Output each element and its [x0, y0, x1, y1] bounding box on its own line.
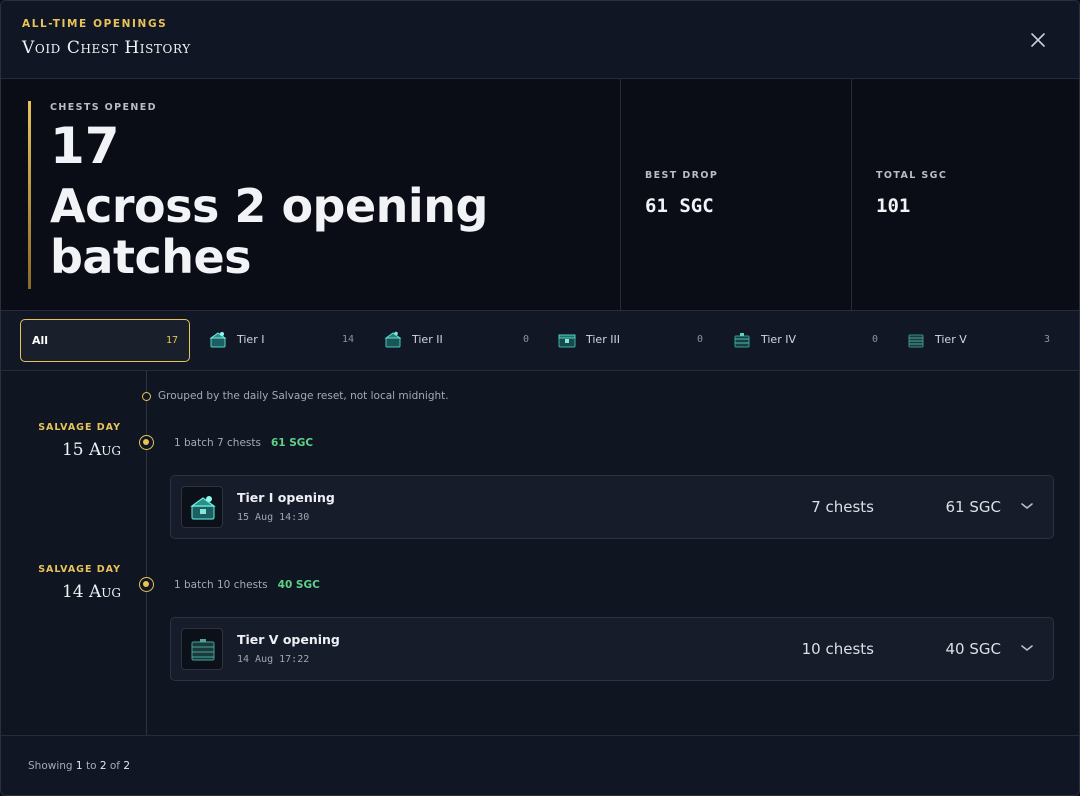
tab-count: 3: [1043, 334, 1050, 345]
batch-summary: 1 batch 7 chests 61 SGC: [174, 437, 313, 449]
grouping-note: Grouped by the daily Salvage reset, not …: [158, 390, 449, 402]
note-marker: [142, 392, 151, 401]
chest-history-modal: ALL-TIME OPENINGS Void Chest History CHE…: [0, 0, 1080, 796]
pagination-total: 2: [123, 760, 131, 772]
stats-panel: CHESTS OPENED 17 Across 2 opening batche…: [1, 79, 1079, 311]
accent-bar: [28, 101, 31, 289]
tier-3-chest-icon: [558, 334, 576, 348]
header-eyebrow: ALL-TIME OPENINGS: [22, 18, 168, 30]
tab-label: Tier I: [237, 333, 265, 346]
chests-opened-subtitle: Across 2 opening batches: [50, 179, 488, 284]
modal-header: ALL-TIME OPENINGS Void Chest History: [1, 1, 1079, 79]
tab-count: 0: [522, 334, 529, 345]
pagination-from: 1: [75, 760, 83, 772]
best-drop-value: 61 SGC: [645, 195, 714, 217]
modal-title: Void Chest History: [22, 38, 191, 58]
day-date: 15 Aug: [61, 440, 121, 460]
total-sgc-value: 101: [876, 195, 911, 217]
chevron-down-icon[interactable]: [1017, 638, 1037, 658]
total-sgc-label: TOTAL SGC: [876, 170, 948, 181]
tab-label: Tier II: [412, 333, 443, 346]
tab-label: Tier IV: [761, 333, 796, 346]
day-marker: [139, 435, 154, 450]
opening-name: Tier I opening: [237, 490, 335, 505]
tier-2-chest-icon: [384, 331, 402, 348]
best-drop-stat: BEST DROP 61 SGC: [620, 79, 851, 310]
tab-label: Tier III: [586, 333, 620, 346]
chests-opened-label: CHESTS OPENED: [50, 102, 157, 113]
opening-sgc: 61 SGC: [945, 498, 1001, 516]
tab-count: 14: [341, 334, 354, 345]
pagination-summary: Showing 1 to 2 of 2: [28, 760, 130, 772]
opening-card[interactable]: Tier V opening 14 Aug 17:22 10 chests 40…: [170, 617, 1054, 681]
chest-thumbnail: [181, 486, 223, 528]
day-marker: [139, 577, 154, 592]
tier-4-chest-icon: [734, 333, 750, 348]
tier-1-chest-icon: [190, 496, 216, 520]
tab-label: All: [32, 334, 49, 347]
day-label: SALVAGE DAY: [38, 564, 121, 575]
batch-summary: 1 batch 10 chests 40 SGC: [174, 579, 320, 591]
day-date: 14 Aug: [61, 582, 121, 602]
timeline-rail: [146, 371, 147, 735]
close-icon: [1031, 33, 1045, 47]
batch-sgc: 40 SGC: [277, 579, 320, 591]
tier-5-chest-icon: [191, 639, 215, 661]
opening-sgc: 40 SGC: [945, 640, 1001, 658]
tab-count: 17: [165, 335, 178, 346]
pagination-prefix: Showing: [28, 760, 73, 772]
tier-1-chest-icon: [209, 332, 227, 348]
batch-sgc: 61 SGC: [270, 437, 314, 449]
batch-text: 1 batch 7 chests: [174, 437, 261, 449]
tab-count: 0: [696, 334, 703, 345]
total-sgc-stat: TOTAL SGC 101: [851, 79, 1079, 310]
tab-label: Tier V: [935, 333, 967, 346]
tab-tier-4[interactable]: Tier IV 0: [732, 319, 880, 362]
tab-tier-5[interactable]: Tier V 3: [906, 319, 1052, 362]
tier-filter-tabs: All 17 Tier I 14 Tier II 0 Tier III 0 Ti…: [1, 311, 1079, 371]
chest-thumbnail: [181, 628, 223, 670]
tab-count: 0: [871, 334, 878, 345]
chevron-down-icon[interactable]: [1017, 496, 1037, 516]
best-drop-label: BEST DROP: [645, 170, 719, 181]
chests-opened-value: 17: [50, 117, 120, 175]
opening-chest-count: 10 chests: [801, 640, 874, 658]
close-button[interactable]: [1027, 29, 1049, 51]
timeline: Grouped by the daily Salvage reset, not …: [1, 371, 1079, 735]
opening-time: 14 Aug 17:22: [237, 654, 310, 665]
pagination-to-word: to: [85, 760, 97, 772]
pagination-footer: Showing 1 to 2 of 2: [1, 735, 1079, 795]
pagination-of-word: of: [109, 760, 120, 772]
day-label: SALVAGE DAY: [38, 422, 121, 433]
tab-all[interactable]: All 17: [20, 319, 190, 362]
batch-text: 1 batch 10 chests: [174, 579, 268, 591]
tab-tier-3[interactable]: Tier III 0: [557, 319, 705, 362]
pagination-to: 2: [99, 760, 107, 772]
opening-name: Tier V opening: [237, 632, 340, 647]
opening-chest-count: 7 chests: [811, 498, 874, 516]
opening-card[interactable]: Tier I opening 15 Aug 14:30 7 chests 61 …: [170, 475, 1054, 539]
tier-5-chest-icon: [908, 334, 924, 348]
tab-tier-1[interactable]: Tier I 14: [208, 319, 356, 362]
tab-tier-2[interactable]: Tier II 0: [383, 319, 531, 362]
opening-time: 15 Aug 14:30: [237, 512, 310, 523]
